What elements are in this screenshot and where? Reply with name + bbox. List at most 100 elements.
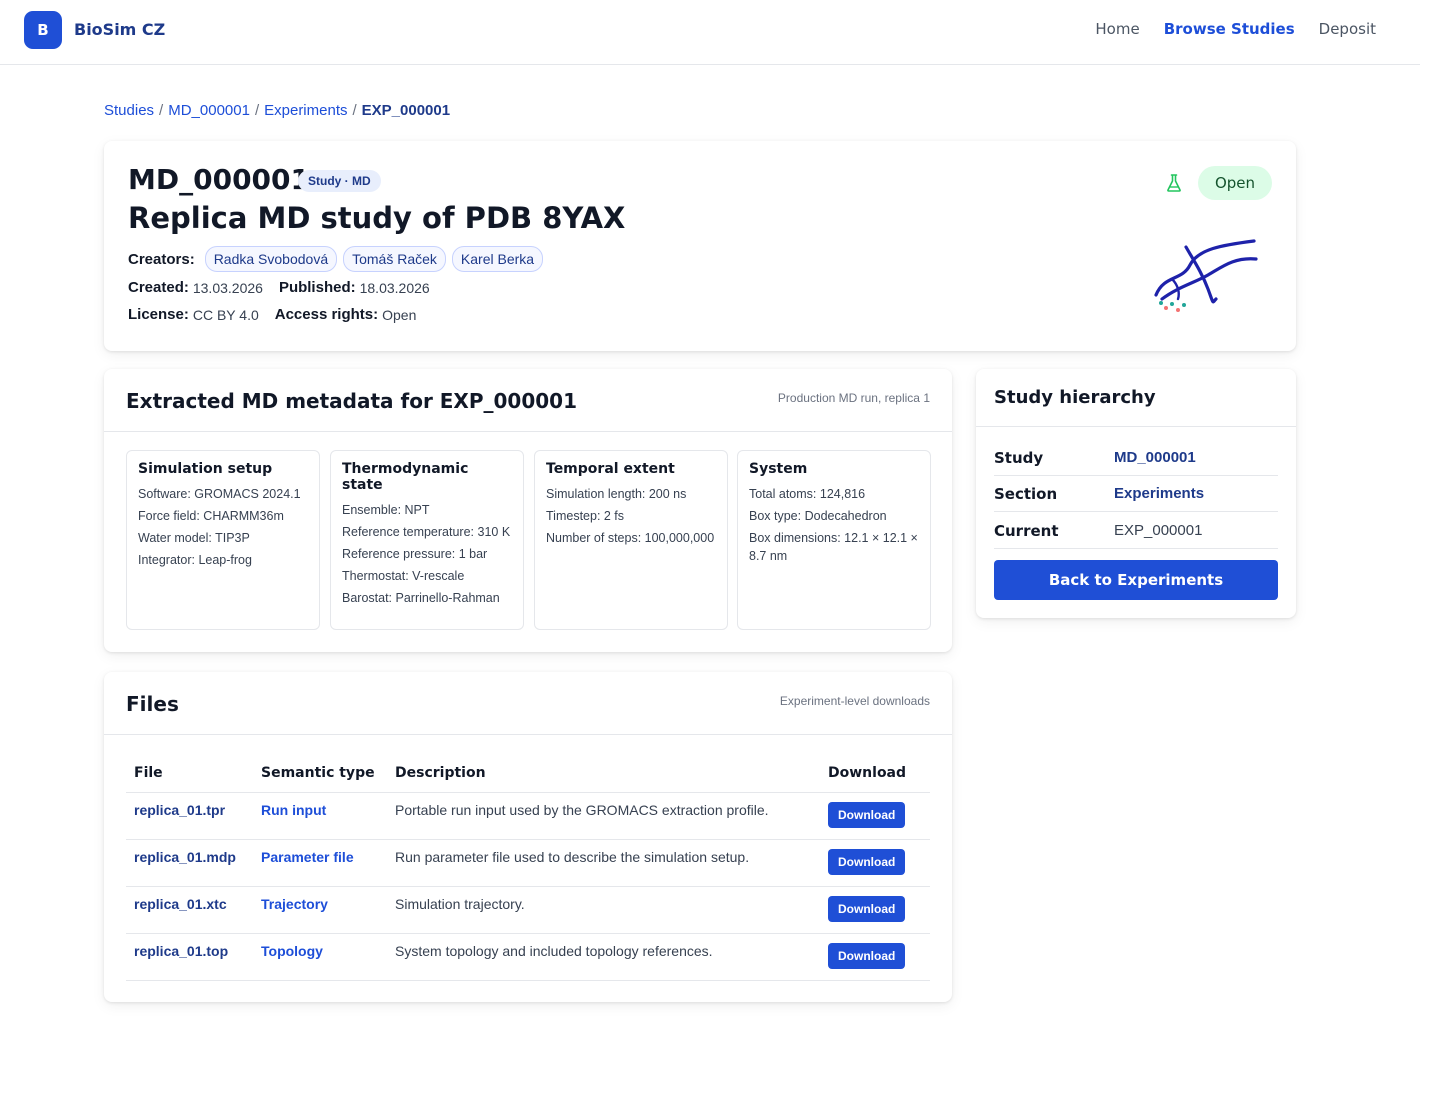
access-label: Access rights: — [274, 306, 379, 323]
files-title: Files — [126, 692, 179, 716]
download-cell: Download — [820, 886, 930, 934]
dates-row: Created: 13.03.2026 Published: 18.03.202… — [128, 279, 430, 296]
metadata-line: Software: GROMACS 2024.1 — [138, 487, 301, 501]
license-label: License: — [128, 306, 189, 323]
table-row: replica_01.xtc Trajectory Simulation tra… — [126, 886, 930, 934]
molecule-illustration-icon — [1154, 239, 1258, 312]
created-date: 13.03.2026 — [192, 279, 263, 296]
column-header-download: Download — [820, 754, 930, 793]
download-button[interactable]: Download — [828, 801, 906, 828]
table-row: replica_01.tpr Run input Portable run in… — [126, 792, 930, 840]
hierarchy-key: Current — [994, 521, 1059, 540]
file-description: Simulation trajectory. — [387, 886, 820, 934]
creator-chip[interactable]: Radka Svobodová — [204, 246, 338, 272]
creators-label: Creators: — [128, 250, 195, 268]
metadata-line: Number of steps: 100,000,000 — [546, 531, 715, 545]
created-label: Created: — [128, 279, 189, 296]
study-type-badge: Study · MD — [298, 170, 381, 192]
hierarchy-link-section[interactable]: Experiments — [1114, 485, 1204, 502]
metadata-line: Box type: Dodecahedron — [749, 509, 887, 523]
breadcrumb-study[interactable]: MD_000001 — [168, 102, 250, 119]
creators-row: Creators: Radka Svobodová Tomáš Raček Ka… — [128, 246, 544, 272]
metadata-section-thermodynamic-state: Thermodynamic state Ensemble: NPT Refere… — [330, 450, 524, 630]
breadcrumb-studies[interactable]: Studies — [104, 102, 154, 119]
creator-chip[interactable]: Tomáš Raček — [343, 246, 446, 272]
hierarchy-row-study: Study MD_000001 — [994, 440, 1278, 476]
license-row: License: CC BY 4.0 Access rights: Open — [128, 306, 416, 323]
metadata-line: Ensemble: NPT — [342, 503, 430, 517]
download-button[interactable]: Download — [828, 848, 906, 875]
file-description: Run parameter file used to describe the … — [387, 839, 820, 887]
hierarchy-title: Study hierarchy — [994, 387, 1156, 408]
metadata-title: Extracted MD metadata for EXP_000001 — [126, 389, 578, 413]
metadata-line: Total atoms: 124,816 — [749, 487, 866, 501]
metadata-line: Thermostat: V-rescale — [342, 569, 465, 583]
semantic-type-link[interactable]: Trajectory — [253, 886, 387, 934]
file-description: System topology and included topology re… — [387, 933, 820, 981]
files-subtitle: Experiment-level downloads — [779, 694, 930, 708]
card-divider — [104, 431, 952, 432]
metadata-line: Box dimensions: 12.1 × 12.1 × 8.7 nm — [749, 531, 918, 563]
download-cell: Download — [820, 792, 930, 840]
metadata-line: Water model: TIP3P — [138, 531, 250, 545]
page-title: Replica MD study of PDB 8YAX — [128, 201, 626, 235]
metadata-line: Reference pressure: 1 bar — [342, 547, 488, 561]
download-button[interactable]: Download — [828, 895, 906, 922]
hierarchy-key: Section — [994, 484, 1058, 503]
column-header-file: File — [126, 754, 253, 793]
license-value: CC BY 4.0 — [192, 306, 259, 323]
study-hierarchy-card: Study hierarchy Study MD_000001 Section … — [976, 369, 1296, 618]
section-heading: Temporal extent — [546, 461, 675, 477]
flask-icon — [1167, 174, 1181, 192]
metadata-line: Reference temperature: 310 K — [342, 525, 511, 539]
table-header-row: File Semantic type Description Download — [126, 754, 930, 793]
section-heading: System — [749, 461, 808, 477]
study-header-card: MD_000001 Study · MD Replica MD study of… — [104, 141, 1296, 351]
back-to-experiments-button[interactable]: Back to Experiments — [994, 560, 1278, 600]
files-card: Files Experiment-level downloads File Se… — [104, 672, 952, 1002]
breadcrumb-current: EXP_000001 — [361, 102, 451, 119]
hierarchy-row-section: Section Experiments — [994, 476, 1278, 512]
brand-name[interactable]: BioSim CZ — [74, 20, 165, 39]
semantic-type-link[interactable]: Parameter file — [253, 839, 387, 887]
file-name-link[interactable]: replica_01.top — [126, 933, 253, 981]
access-value: Open — [382, 306, 417, 323]
nav-browse-studies[interactable]: Browse Studies — [1164, 20, 1295, 38]
nav-deposit[interactable]: Deposit — [1319, 20, 1376, 38]
breadcrumb: Studies / MD_000001/Experiments / EXP_000001 — [104, 102, 450, 119]
nav-home[interactable]: Home — [1095, 20, 1139, 38]
metadata-section-simulation-setup: Simulation setup Software: GROMACS 2024.… — [126, 450, 320, 630]
table-row: replica_01.top Topology System topology … — [126, 933, 930, 981]
breadcrumb-experiments[interactable]: Experiments — [264, 102, 347, 119]
top-navbar: B BioSim CZ Home Browse Studies Deposit — [0, 0, 1420, 65]
semantic-type-link[interactable]: Run input — [253, 792, 387, 840]
download-button[interactable]: Download — [828, 942, 906, 969]
file-name-link[interactable]: replica_01.mdp — [126, 839, 253, 887]
hierarchy-key: Study — [994, 448, 1044, 467]
published-date: 18.03.2026 — [359, 279, 430, 296]
logo-icon[interactable]: B — [24, 11, 62, 49]
table-row: replica_01.mdp Parameter file Run parame… — [126, 839, 930, 887]
column-header-description: Description — [387, 754, 820, 793]
metadata-line: Integrator: Leap-frog — [138, 553, 252, 567]
file-description: Portable run input used by the GROMACS e… — [387, 792, 820, 840]
hierarchy-current-value: EXP_000001 — [1114, 522, 1203, 539]
metadata-card: Extracted MD metadata for EXP_000001 Pro… — [104, 369, 952, 652]
published-label: Published: — [278, 279, 356, 296]
card-divider — [976, 426, 1296, 427]
semantic-type-link[interactable]: Topology — [253, 933, 387, 981]
metadata-line: Timestep: 2 fs — [546, 509, 625, 523]
column-header-semantic-type: Semantic type — [253, 754, 387, 793]
files-table: File Semantic type Description Download … — [126, 754, 930, 981]
file-name-link[interactable]: replica_01.xtc — [126, 886, 253, 934]
hierarchy-link-study[interactable]: MD_000001 — [1114, 449, 1196, 466]
file-name-link[interactable]: replica_01.tpr — [126, 792, 253, 840]
main-nav: Home Browse Studies Deposit — [1071, 20, 1376, 38]
download-cell: Download — [820, 839, 930, 887]
creator-chip[interactable]: Karel Berka — [451, 246, 544, 272]
metadata-section-temporal-extent: Temporal extent Simulation length: 200 n… — [534, 450, 728, 630]
section-heading: Thermodynamic state — [342, 461, 469, 493]
metadata-line: Barostat: Parrinello-Rahman — [342, 591, 500, 605]
card-divider — [104, 734, 952, 735]
metadata-section-system: System Total atoms: 124,816 Box type: Do… — [737, 450, 931, 630]
